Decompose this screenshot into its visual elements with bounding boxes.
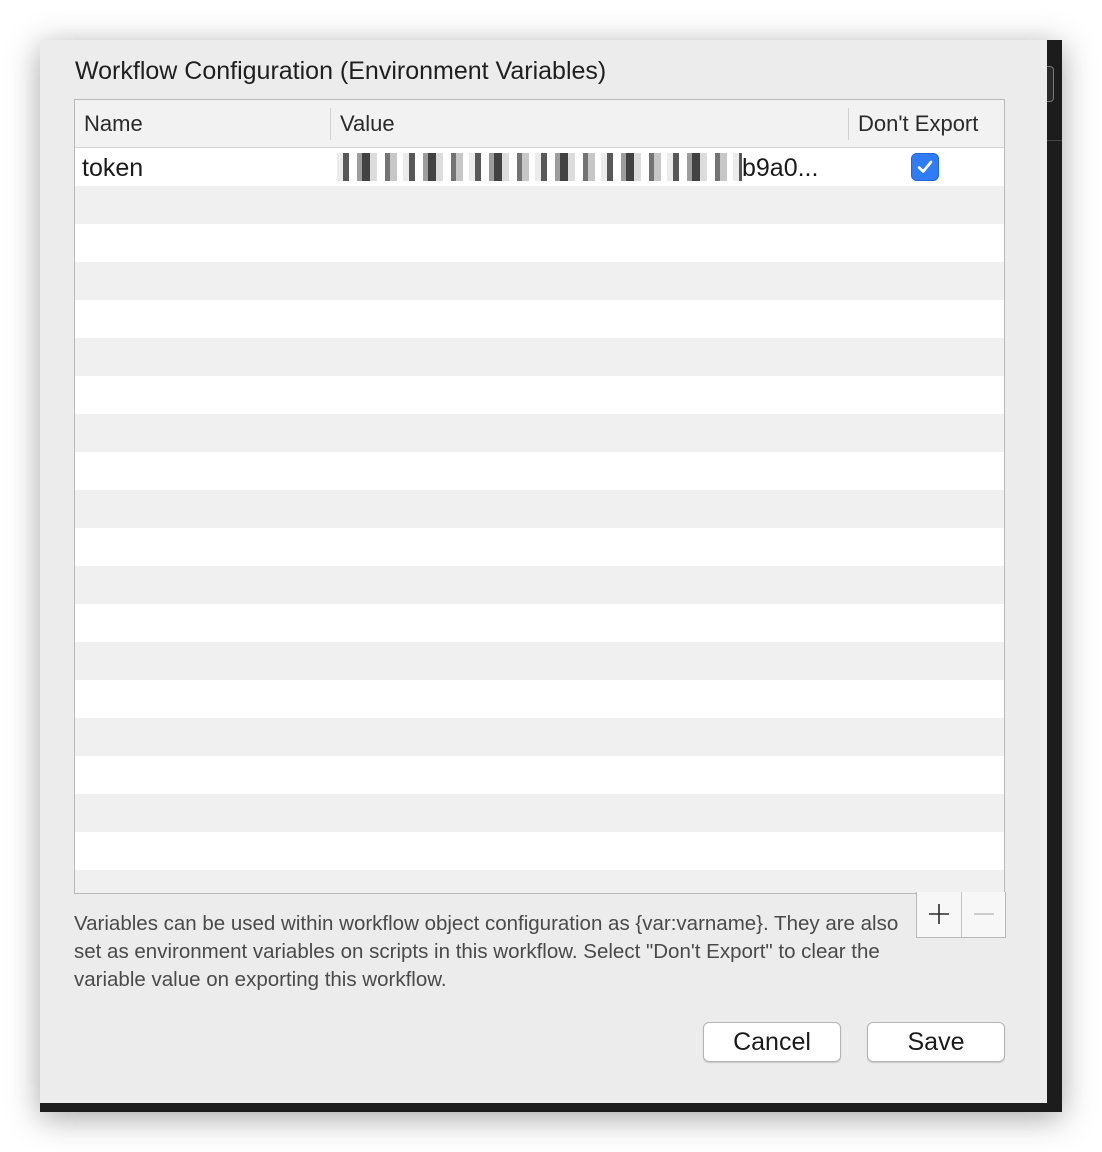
dont-export-checkbox[interactable]	[911, 153, 939, 181]
column-header-name[interactable]: Name	[84, 100, 143, 147]
redacted-value	[337, 153, 742, 181]
cancel-button[interactable]: Cancel	[703, 1022, 841, 1062]
table-header: Name Value Don't Export	[75, 100, 1004, 148]
remove-variable-button[interactable]	[962, 892, 1006, 937]
help-text: Variables can be used within workflow ob…	[74, 912, 899, 991]
empty-table-row[interactable]	[75, 680, 1004, 718]
variable-name-cell[interactable]: token	[82, 148, 143, 186]
empty-table-row[interactable]	[75, 490, 1004, 528]
variable-value-visible-text: b9a0...	[742, 154, 819, 182]
empty-table-row[interactable]	[75, 186, 1004, 224]
variables-table[interactable]: Name Value Don't Export token b9a0...	[74, 99, 1005, 894]
column-divider[interactable]	[330, 108, 331, 140]
empty-table-row[interactable]	[75, 756, 1004, 794]
empty-table-row[interactable]	[75, 718, 1004, 756]
empty-table-row[interactable]	[75, 794, 1004, 832]
empty-table-row[interactable]	[75, 262, 1004, 300]
environment-variables-sheet: Workflow Configuration (Environment Vari…	[40, 40, 1047, 1103]
empty-table-row[interactable]	[75, 224, 1004, 262]
column-header-value[interactable]: Value	[340, 100, 395, 147]
table-row[interactable]: token b9a0...	[75, 148, 1004, 186]
plus-icon	[929, 904, 949, 924]
empty-table-row[interactable]	[75, 870, 1004, 893]
add-remove-control	[916, 892, 1006, 938]
empty-table-row[interactable]	[75, 452, 1004, 490]
column-header-dont-export[interactable]: Don't Export	[858, 100, 978, 147]
empty-table-row[interactable]	[75, 642, 1004, 680]
save-button[interactable]: Save	[867, 1022, 1005, 1062]
empty-table-row[interactable]	[75, 300, 1004, 338]
empty-table-row[interactable]	[75, 528, 1004, 566]
checkmark-icon	[917, 160, 933, 173]
empty-table-row[interactable]	[75, 414, 1004, 452]
minus-icon	[974, 913, 994, 915]
column-divider[interactable]	[848, 108, 849, 140]
variable-value-cell[interactable]: b9a0...	[337, 148, 832, 186]
empty-table-row[interactable]	[75, 566, 1004, 604]
add-variable-button[interactable]	[917, 892, 962, 937]
table-body: token b9a0...	[75, 148, 1004, 893]
empty-table-row[interactable]	[75, 604, 1004, 642]
dialog-title: Workflow Configuration (Environment Vari…	[75, 57, 607, 85]
background-divider	[1047, 140, 1062, 141]
empty-table-row[interactable]	[75, 376, 1004, 414]
empty-table-row[interactable]	[75, 338, 1004, 376]
empty-table-row[interactable]	[75, 832, 1004, 870]
